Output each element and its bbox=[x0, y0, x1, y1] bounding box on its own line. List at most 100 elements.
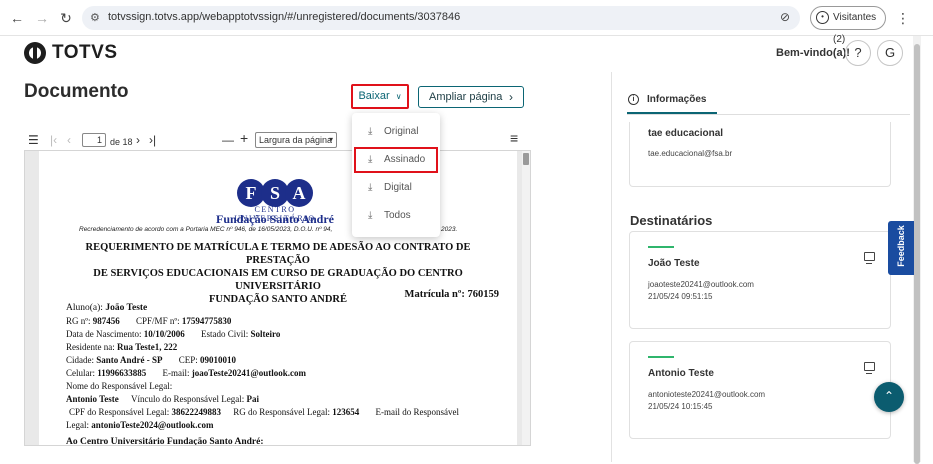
zoom-in-button[interactable]: + bbox=[240, 131, 248, 145]
field-value: Rua Teste1, 222 bbox=[117, 342, 178, 352]
pdf-menu-icon[interactable]: ≡ bbox=[510, 131, 518, 145]
field-value: Santo André - SP bbox=[96, 355, 163, 365]
field-value: Antonio Teste bbox=[66, 394, 119, 404]
prev-page-icon[interactable]: ‹ bbox=[67, 133, 71, 147]
first-page-icon[interactable]: |‹ bbox=[50, 133, 57, 147]
tab-informacoes[interactable]: i Informações bbox=[627, 88, 717, 114]
pdf-scroll-thumb[interactable] bbox=[523, 153, 529, 165]
address-field: Residente na: Rua Teste1, 222 bbox=[66, 342, 177, 353]
forward-arrow-icon[interactable]: → bbox=[33, 9, 51, 27]
guardian-email-field: Legal: antonioTeste2024@outlook.com bbox=[66, 420, 214, 431]
field-value: joaoTeste20241@outlook.com bbox=[191, 368, 307, 378]
field-label: RG nº: bbox=[66, 316, 93, 326]
totvs-logo: TOTVS bbox=[24, 42, 118, 64]
app-header: TOTVS Bem-vindo(a)! ? G bbox=[0, 36, 913, 72]
sidebar-toggle-icon[interactable]: ☰ bbox=[28, 133, 39, 147]
page-title: Documento bbox=[24, 81, 129, 102]
back-arrow-icon[interactable]: ← bbox=[8, 9, 26, 27]
zoom-select[interactable]: Largura da página ▾ bbox=[255, 132, 337, 148]
pdf-scrollbar[interactable] bbox=[522, 151, 530, 445]
select-arrow-icon: ▾ bbox=[328, 135, 333, 144]
field-value: 17594775830 bbox=[181, 316, 232, 326]
guardian-docs-field: CPF do Responsável Legal: 38622249883 RG… bbox=[69, 407, 459, 418]
download-signed-item[interactable]: ⤓ Assinado bbox=[354, 147, 438, 173]
next-page-icon[interactable]: › bbox=[136, 133, 140, 147]
field-label: Estado Civil: bbox=[201, 329, 251, 339]
field-value: antonioTeste2024@outlook.com bbox=[91, 420, 214, 430]
recipient-card: João Teste joaoteste20241@outlook.com 21… bbox=[629, 231, 891, 329]
feedback-label: Feedback bbox=[896, 225, 906, 267]
field-value: 11996633885 bbox=[97, 368, 147, 378]
field-label: Aluno(a): bbox=[66, 303, 106, 313]
last-page-icon[interactable]: ›| bbox=[149, 133, 156, 147]
guardian-field: Antonio Teste Vínculo do Responsável Leg… bbox=[66, 394, 259, 405]
field-label: Celular: bbox=[66, 368, 98, 378]
birth-civil-field: Data de Nascimento: 10/10/2006 Estado Ci… bbox=[66, 329, 280, 340]
recredential-note-tail: 2023. bbox=[441, 226, 458, 233]
menu-item-label: Todos bbox=[384, 210, 411, 221]
rg-cpf-field: RG nº: 987456 CPF/MF nº: 17594775830 bbox=[66, 316, 231, 327]
person-icon: • bbox=[816, 11, 829, 24]
menu-item-label: Digital bbox=[384, 182, 412, 193]
url-text[interactable]: totvssign.totvs.app/webapptotvssign/#/un… bbox=[108, 11, 460, 23]
pdf-page: F S A CENTRO UNIVERSITÁRIO Fundação Sant… bbox=[39, 151, 517, 446]
guardian-label: Nome do Responsável Legal: bbox=[66, 381, 173, 391]
download-button-label: Baixar bbox=[358, 90, 390, 102]
help-button[interactable]: ? bbox=[845, 40, 871, 66]
heading-line: REQUERIMENTO DE MATRÍCULA E TERMO DE ADE… bbox=[85, 242, 471, 266]
field-value: 10/10/2006 bbox=[143, 329, 185, 339]
info-panel: i Informações tae educacional tae.educac… bbox=[611, 72, 913, 462]
logout-button[interactable]: G bbox=[877, 40, 903, 66]
download-icon: ⤓ bbox=[368, 126, 373, 137]
field-value: 09010010 bbox=[200, 355, 237, 365]
download-digital-item[interactable]: ⤓ Digital bbox=[352, 175, 440, 201]
recipient-name: Antonio Teste bbox=[648, 368, 714, 379]
fsa-letter: A bbox=[285, 179, 313, 207]
pdf-viewer[interactable]: F S A CENTRO UNIVERSITÁRIO Fundação Sant… bbox=[24, 150, 531, 446]
totvs-logo-icon bbox=[24, 42, 46, 64]
status-bar bbox=[648, 246, 674, 248]
feedback-button[interactable]: Feedback bbox=[888, 221, 914, 275]
recipient-date: 21/05/24 09:51:15 bbox=[648, 292, 713, 301]
page-scrollbar[interactable] bbox=[913, 36, 921, 464]
field-label: CPF do Responsável Legal: bbox=[69, 407, 172, 417]
page-scroll-thumb[interactable] bbox=[914, 44, 920, 464]
recipient-card: Antonio Teste antonioteste20241@outlook.… bbox=[629, 341, 891, 439]
help-icon: ? bbox=[854, 45, 862, 60]
download-all-item[interactable]: ⤓ Todos bbox=[352, 203, 440, 229]
download-original-item[interactable]: ⤓ Original bbox=[352, 119, 440, 145]
field-value: 123654 bbox=[332, 407, 360, 417]
field-label: RG do Responsável Legal: bbox=[233, 407, 333, 417]
download-icon: ⤓ bbox=[368, 154, 373, 165]
field-value: 987456 bbox=[92, 316, 120, 326]
scroll-top-button[interactable]: ⌃ bbox=[874, 382, 904, 412]
closing-line: Ao Centro Universitário Fundação Santo A… bbox=[66, 437, 264, 446]
expand-page-button[interactable]: Ampliar página › bbox=[418, 86, 524, 108]
status-bar bbox=[648, 356, 674, 358]
student-field: Aluno(a): João Teste bbox=[66, 303, 147, 314]
page-total: de 18 bbox=[110, 137, 133, 147]
phone-email-field: Celular: 11996633885 E-mail: joaoTeste20… bbox=[66, 368, 306, 379]
site-settings-icon[interactable]: ⚙ bbox=[90, 11, 100, 24]
download-button[interactable]: Baixar ∨ bbox=[351, 84, 409, 109]
eye-off-icon[interactable]: ⊘ bbox=[780, 10, 790, 24]
pdf-toolbar: ☰ |‹ ‹ 1 de 18 › ›| — + Largura da págin… bbox=[24, 130, 530, 152]
visitors-button[interactable]: • Visitantes (2) bbox=[810, 6, 886, 45]
welcome-text: Bem-vindo(a)! bbox=[776, 47, 850, 59]
download-icon: ⤓ bbox=[368, 182, 373, 193]
address-bar[interactable]: ⚙ totvssign.totvs.app/webapptotvssign/#/… bbox=[82, 6, 800, 30]
chevron-up-icon: ⌃ bbox=[883, 389, 895, 403]
browser-menu-icon[interactable]: ⋮ bbox=[896, 9, 910, 27]
logout-icon: G bbox=[884, 45, 896, 60]
reload-icon[interactable]: ↻ bbox=[57, 9, 75, 27]
field-label: E-mail do Responsável bbox=[375, 407, 459, 417]
menu-item-label: Assinado bbox=[384, 154, 426, 165]
field-value: Pai bbox=[246, 394, 260, 404]
page-number-input[interactable]: 1 bbox=[82, 133, 106, 147]
owner-email: tae.educacional@fsa.br bbox=[648, 149, 733, 158]
download-icon: ⤓ bbox=[368, 210, 373, 221]
zoom-out-button[interactable]: — bbox=[222, 133, 234, 147]
monitor-icon bbox=[864, 252, 875, 264]
fsa-logo: F S A CENTRO UNIVERSITÁRIO Fundação Sant… bbox=[215, 179, 335, 226]
recipient-date: 21/05/24 10:15:45 bbox=[648, 402, 713, 411]
